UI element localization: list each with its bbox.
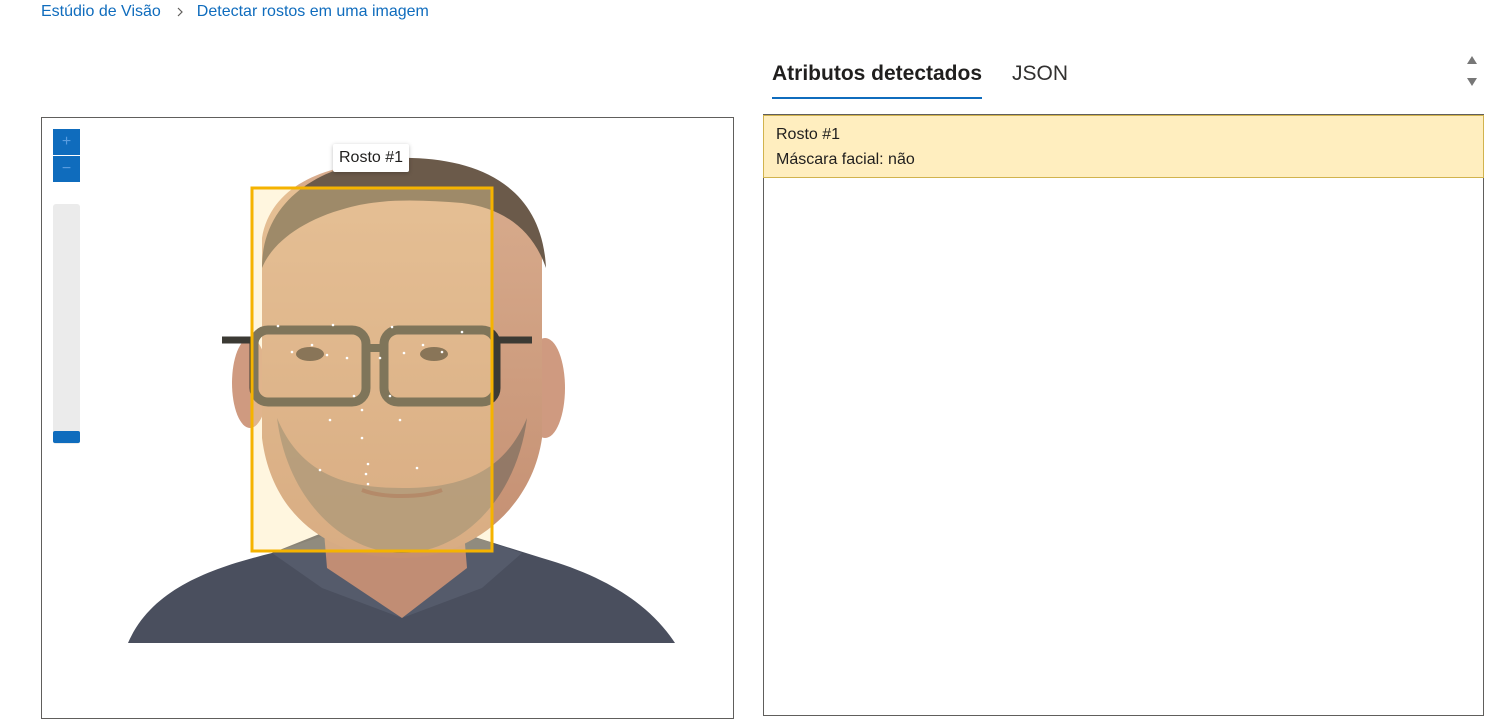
breadcrumb-current: Detectar rostos em uma imagem bbox=[196, 3, 429, 20]
tab-json[interactable]: JSON bbox=[1012, 58, 1068, 99]
breadcrumb-home-link[interactable]: Estúdio de Visão bbox=[41, 3, 161, 21]
results-tabs: Atributos detectados JSON bbox=[772, 58, 1098, 99]
face-photo bbox=[128, 157, 675, 643]
face-label-tooltip: Rosto #1 bbox=[333, 144, 410, 172]
tab-detected-attributes[interactable]: Atributos detectados bbox=[772, 58, 983, 99]
results-panel: Rosto #1 Máscara facial: não bbox=[763, 114, 1484, 716]
zoom-slider-track[interactable] bbox=[53, 204, 80, 444]
zoom-out-button[interactable]: − bbox=[53, 156, 80, 182]
zoom-in-button[interactable]: + bbox=[53, 129, 80, 155]
zoom-slider-thumb[interactable] bbox=[53, 431, 80, 443]
image-viewer[interactable]: + − Rosto #1 bbox=[41, 117, 734, 719]
result-item-mask: Máscara facial: não bbox=[776, 151, 915, 168]
arrow-up-icon[interactable] bbox=[1467, 56, 1477, 64]
scroll-control[interactable] bbox=[1462, 50, 1482, 98]
result-item-title: Rosto #1 bbox=[776, 126, 841, 143]
result-item-face-1[interactable]: Rosto #1 Máscara facial: não bbox=[763, 115, 1484, 178]
arrow-down-icon[interactable] bbox=[1467, 78, 1477, 86]
chevron-right-icon bbox=[177, 7, 183, 17]
breadcrumb: Estúdio de Visão Detectar rostos em uma … bbox=[41, 2, 429, 22]
